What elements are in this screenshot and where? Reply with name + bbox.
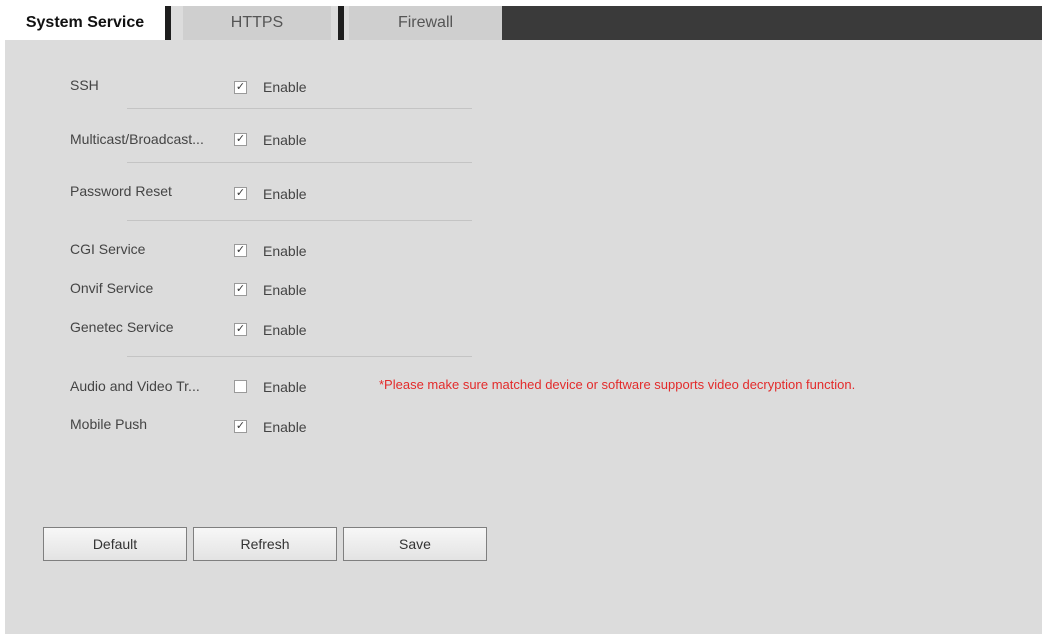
tab-https[interactable]: HTTPS — [183, 6, 331, 40]
multicast-enable-label: Enable — [263, 132, 307, 148]
mobile-push-enable-label: Enable — [263, 419, 307, 435]
tab-divider — [165, 6, 171, 40]
onvif-service-enable-label: Enable — [263, 282, 307, 298]
decryption-warning: *Please make sure matched device or soft… — [379, 377, 856, 392]
tab-divider — [338, 6, 344, 40]
ssh-enable-label: Enable — [263, 79, 307, 95]
system-service-page: System Service HTTPS Firewall SSH ✓ Enab… — [5, 6, 1042, 634]
save-button[interactable]: Save — [343, 527, 487, 561]
password-reset-label: Password Reset — [70, 183, 172, 199]
password-reset-enable-label: Enable — [263, 186, 307, 202]
ssh-checkbox[interactable]: ✓ — [234, 81, 247, 94]
genetec-service-label: Genetec Service — [70, 319, 174, 335]
onvif-service-checkbox[interactable]: ✓ — [234, 283, 247, 296]
genetec-service-enable-label: Enable — [263, 322, 307, 338]
audio-video-transmission-enable-label: Enable — [263, 379, 307, 395]
tab-bar-fill — [502, 6, 1042, 40]
multicast-checkbox[interactable]: ✓ — [234, 133, 247, 146]
ssh-label: SSH — [70, 77, 99, 93]
tab-bar: System Service HTTPS Firewall — [5, 6, 1042, 40]
onvif-service-label: Onvif Service — [70, 280, 154, 296]
separator — [127, 162, 472, 163]
separator — [127, 108, 472, 109]
cgi-service-checkbox[interactable]: ✓ — [234, 244, 247, 257]
cgi-service-enable-label: Enable — [263, 243, 307, 259]
separator — [127, 220, 472, 221]
tab-firewall[interactable]: Firewall — [349, 6, 502, 40]
multicast-label: Multicast/Broadcast... — [70, 131, 204, 147]
genetec-service-checkbox[interactable]: ✓ — [234, 323, 247, 336]
password-reset-checkbox[interactable]: ✓ — [234, 187, 247, 200]
separator — [127, 356, 472, 357]
default-button[interactable]: Default — [43, 527, 187, 561]
refresh-button[interactable]: Refresh — [193, 527, 337, 561]
mobile-push-label: Mobile Push — [70, 416, 148, 432]
audio-video-transmission-label: Audio and Video Tr... — [70, 378, 200, 394]
audio-video-transmission-checkbox[interactable] — [234, 380, 247, 393]
cgi-service-label: CGI Service — [70, 241, 146, 257]
tab-system-service[interactable]: System Service — [5, 6, 165, 40]
mobile-push-checkbox[interactable]: ✓ — [234, 420, 247, 433]
